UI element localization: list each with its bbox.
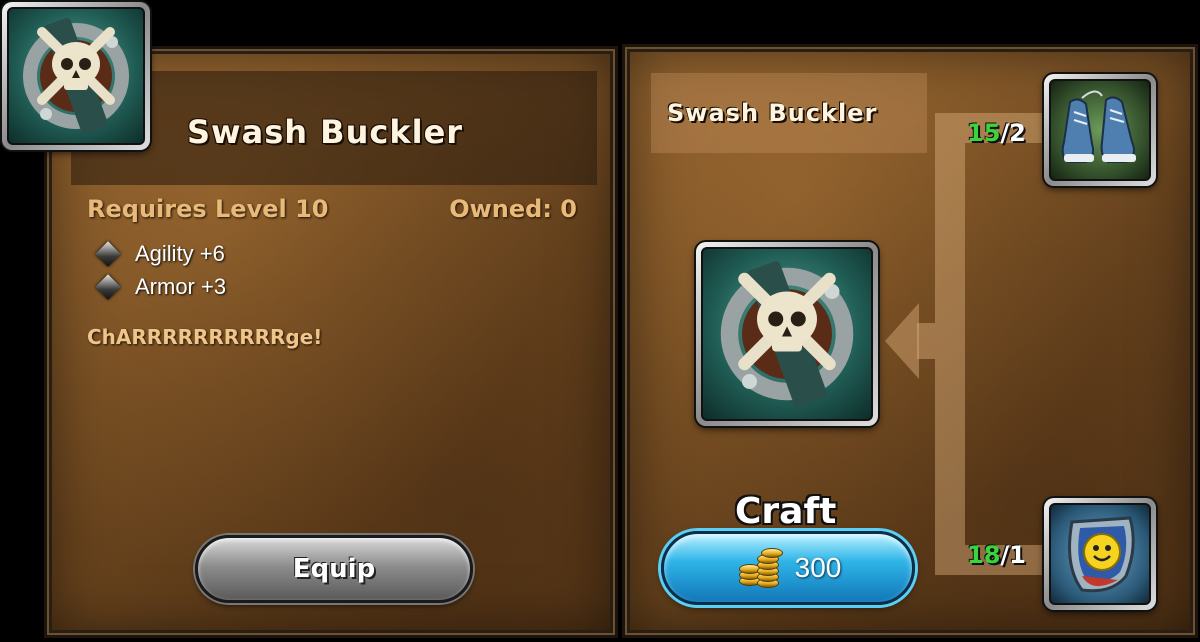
recipe-tree-trunk — [935, 113, 965, 575]
flavor-text: ChARRRRRRRRRRge! — [87, 325, 323, 349]
equip-button-label: Equip — [292, 554, 376, 584]
smiley-shield-icon — [1049, 503, 1151, 605]
stat-row: Armor +3 — [95, 274, 227, 300]
stat-text: Armor +3 — [135, 274, 227, 299]
owned-count: Owned: 0 — [449, 195, 577, 223]
component-count: 15/2 — [967, 119, 1026, 147]
skull-shield-icon — [701, 247, 873, 421]
bullet-diamond-icon — [95, 241, 121, 267]
component-count: 18/1 — [967, 541, 1026, 569]
sneakers-icon — [1049, 79, 1151, 181]
craft-cost: 300 — [794, 552, 842, 583]
recipe-arrow-icon — [885, 303, 919, 379]
item-icon — [2, 2, 150, 150]
bullet-diamond-icon — [95, 274, 121, 300]
item-name: Swash Buckler — [187, 113, 464, 151]
stat-text: Agility +6 — [135, 241, 225, 266]
equip-button[interactable]: Equip — [195, 535, 473, 603]
recipe-title: Swash Buckler — [667, 99, 878, 127]
component-slot-shoes[interactable] — [1044, 74, 1156, 186]
skull-shield-icon — [7, 7, 145, 145]
stat-row: Agility +6 — [95, 241, 225, 267]
required-level: Requires Level 10 — [87, 195, 329, 223]
craft-button[interactable]: 300 — [661, 531, 915, 605]
component-slot-shield[interactable] — [1044, 498, 1156, 610]
craft-label: Craft — [735, 491, 837, 532]
gold-coins-icon — [735, 546, 785, 590]
crafted-item-icon[interactable] — [696, 242, 878, 426]
recipe-tree-arrow-shaft — [917, 323, 935, 359]
